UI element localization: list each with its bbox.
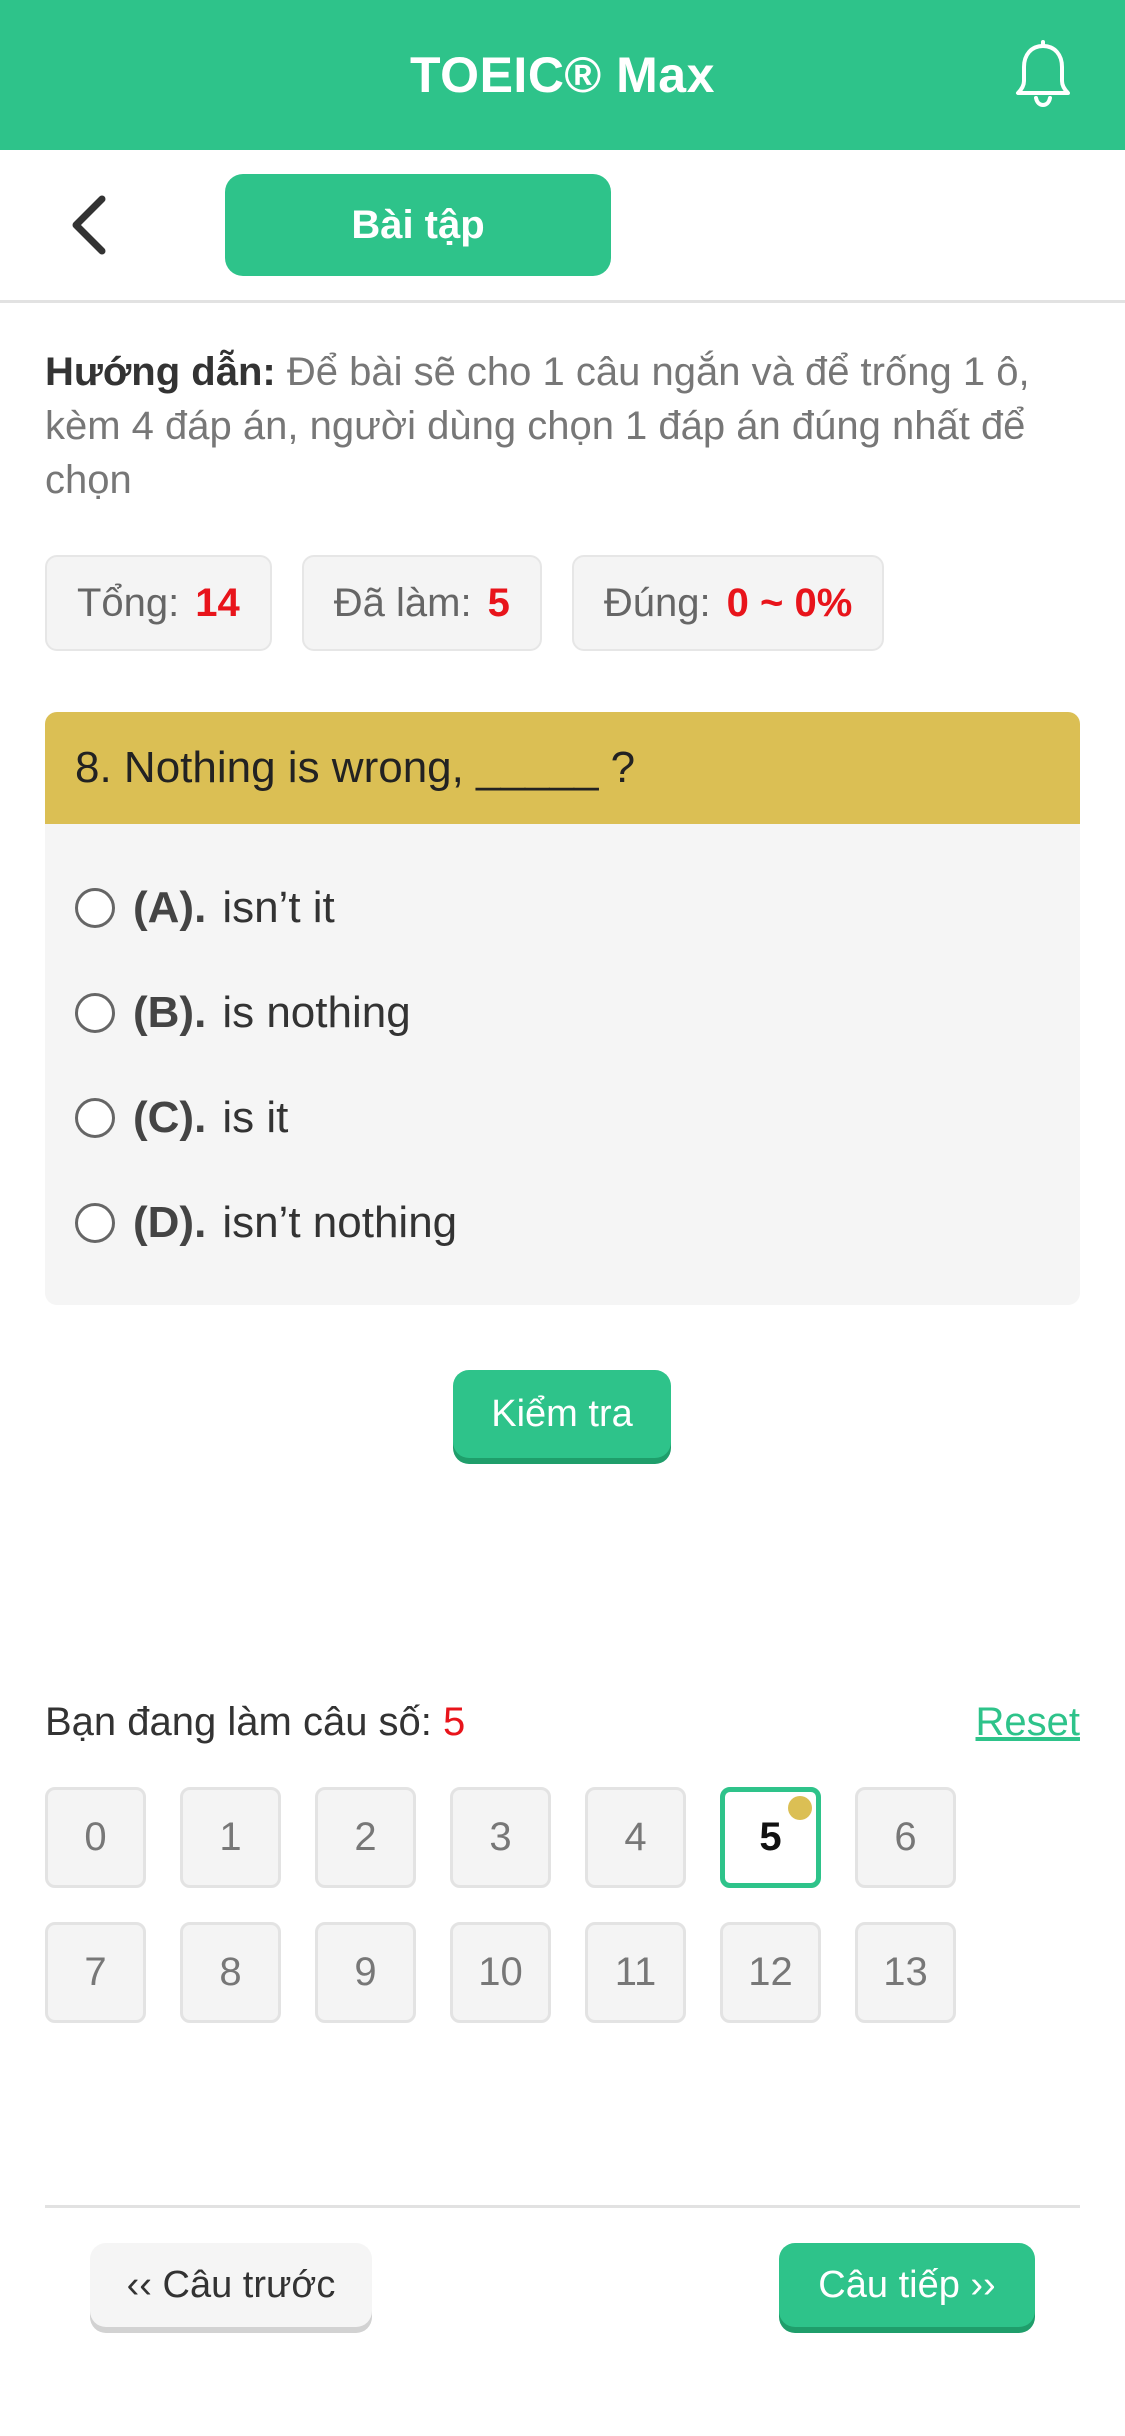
question-number-6[interactable]: 6 <box>855 1787 956 1888</box>
option-key: (A). <box>133 883 207 932</box>
stat-total: Tổng: 14 <box>45 555 272 651</box>
instructions-label: Hướng dẫn: <box>45 350 276 394</box>
option-text: is it <box>222 1093 289 1142</box>
option-c[interactable]: (C). is it <box>75 1088 288 1148</box>
question-number-3[interactable]: 3 <box>450 1787 551 1888</box>
question-number-13[interactable]: 13 <box>855 1922 956 2023</box>
sub-toolbar: Bài tập <box>0 150 1125 303</box>
option-text: is nothing <box>222 988 411 1037</box>
stat-correct: Đúng: 0 ~ 0% <box>571 555 885 651</box>
question-number-9[interactable]: 9 <box>315 1922 416 2023</box>
stat-done: Đã làm: 5 <box>301 555 542 651</box>
question-number-7[interactable]: 7 <box>45 1922 146 2023</box>
question-number-2[interactable]: 2 <box>315 1787 416 1888</box>
reset-link[interactable]: Reset <box>976 1700 1081 1745</box>
stats-bar: Tổng: 14 Đã làm: 5 Đúng: 0 ~ 0% <box>45 555 885 651</box>
stat-correct-value: 0 ~ 0% <box>726 580 853 625</box>
stat-total-label: Tổng: <box>77 580 180 625</box>
stat-total-value: 14 <box>195 580 240 625</box>
question-number-label: 5 <box>759 1815 782 1859</box>
chevron-left-icon <box>72 195 106 255</box>
tab-exercise[interactable]: Bài tập <box>225 174 611 276</box>
instructions: Hướng dẫn: Để bài sẽ cho 1 câu ngắn và đ… <box>45 345 1085 507</box>
stat-done-label: Đã làm: <box>333 580 472 625</box>
option-key: (D). <box>133 1198 207 1247</box>
app-title: TOEIC® Max <box>410 47 715 103</box>
app-header: TOEIC® Max <box>0 0 1125 150</box>
radio-button[interactable] <box>75 888 115 928</box>
stat-done-value: 5 <box>487 580 510 625</box>
radio-button[interactable] <box>75 993 115 1033</box>
question-number-12[interactable]: 12 <box>720 1922 821 2023</box>
option-b[interactable]: (B). is nothing <box>75 983 411 1043</box>
radio-button[interactable] <box>75 1098 115 1138</box>
question-card: 8. Nothing is wrong, _____ ? (A). isn’t … <box>45 712 1080 1305</box>
check-button[interactable]: Kiểm tra <box>453 1370 671 1458</box>
back-button[interactable] <box>58 190 118 260</box>
divider <box>45 2205 1080 2208</box>
option-a[interactable]: (A). isn’t it <box>75 878 335 938</box>
option-text: isn’t it <box>222 883 335 932</box>
option-d[interactable]: (D). isn’t nothing <box>75 1193 457 1253</box>
previous-question-button[interactable]: ‹‹ Câu trước <box>90 2243 372 2327</box>
bell-icon[interactable] <box>1006 38 1080 112</box>
question-number-0[interactable]: 0 <box>45 1787 146 1888</box>
option-text: isn’t nothing <box>222 1198 458 1247</box>
question-number-1[interactable]: 1 <box>180 1787 281 1888</box>
current-question-value: 5 <box>443 1700 466 1744</box>
question-number-8[interactable]: 8 <box>180 1922 281 2023</box>
question-number-4[interactable]: 4 <box>585 1787 686 1888</box>
question-number-10[interactable]: 10 <box>450 1922 551 2023</box>
option-key: (B). <box>133 988 207 1037</box>
question-number-5-active[interactable]: 5 <box>720 1787 821 1888</box>
option-key: (C). <box>133 1093 207 1142</box>
question-title: 8. Nothing is wrong, _____ ? <box>45 712 1080 824</box>
next-question-button[interactable]: Câu tiếp ›› <box>779 2243 1035 2327</box>
stat-correct-label: Đúng: <box>603 580 711 625</box>
radio-button[interactable] <box>75 1203 115 1243</box>
answered-dot <box>788 1796 812 1820</box>
question-number-11[interactable]: 11 <box>585 1922 686 2023</box>
current-question-label: Bạn đang làm câu số: <box>45 1700 432 1744</box>
current-question-indicator: Bạn đang làm câu số: 5 <box>45 1700 465 1745</box>
